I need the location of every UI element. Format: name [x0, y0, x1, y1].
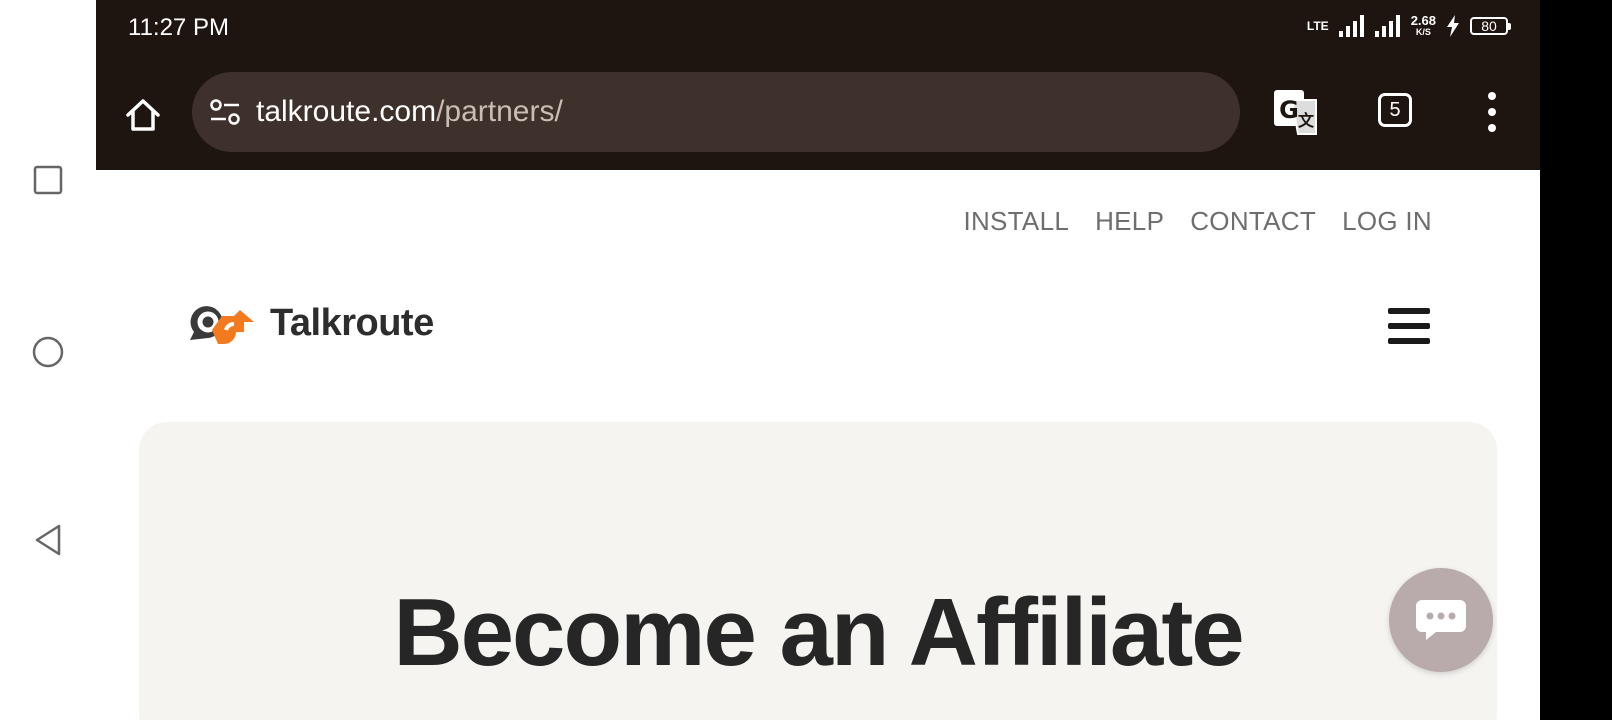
recent-apps-button[interactable] — [28, 160, 68, 200]
more-vert-icon[interactable] — [1486, 92, 1498, 132]
home-nav-button[interactable] — [28, 332, 68, 372]
home-icon — [126, 99, 160, 131]
back-nav-button[interactable] — [28, 520, 68, 560]
network-type: LTE — [1306, 18, 1329, 33]
logo-text: Talkroute — [270, 301, 434, 344]
talkroute-logo-icon — [190, 306, 254, 344]
address-bar[interactable]: talkroute.com/partners/ — [192, 72, 1240, 152]
site-logo[interactable]: Talkroute — [182, 300, 434, 346]
circle-icon — [32, 336, 64, 368]
hero-section: Become an Affiliate — [139, 422, 1497, 720]
speed-unit: K/S — [1415, 27, 1431, 37]
url-path: /partners/ — [436, 95, 563, 128]
translate-button[interactable]: G 文 — [1272, 88, 1320, 136]
signal-icon-2 — [1374, 14, 1400, 37]
charging-icon — [1447, 14, 1459, 37]
translate-icon: G 文 — [1274, 90, 1317, 135]
hero-title: Become an Affiliate — [393, 579, 1244, 687]
right-edge-strip — [1540, 0, 1612, 720]
browser-chrome: 11:27 PM LTE 2.68 K/S 80 talkroute.com/p… — [96, 0, 1540, 170]
signal-icon — [1338, 14, 1364, 37]
browser-home-button[interactable] — [118, 90, 168, 140]
chat-widget-button[interactable] — [1389, 568, 1493, 672]
nav-link-contact[interactable]: CONTACT — [1190, 206, 1316, 237]
tab-switcher-button[interactable]: 5 — [1378, 93, 1412, 127]
tune-icon — [210, 99, 240, 125]
battery-indicator: 80 — [1470, 16, 1511, 35]
android-nav-rail — [0, 0, 96, 720]
hamburger-menu-icon[interactable] — [1388, 308, 1430, 344]
nav-link-install[interactable]: INSTALL — [963, 206, 1069, 237]
url-domain: talkroute.com — [256, 95, 437, 128]
url-text: talkroute.com/partners/ — [256, 95, 563, 129]
nav-link-login[interactable]: LOG IN — [1342, 206, 1432, 237]
speed-value: 2.68 — [1410, 13, 1436, 28]
network-speed: 2.68 K/S — [1411, 14, 1436, 37]
web-page: INSTALL HELP CONTACT LOG IN Talkroute Be… — [96, 170, 1540, 720]
square-icon — [33, 165, 63, 195]
site-settings-button[interactable] — [208, 95, 242, 129]
triangle-back-icon — [35, 524, 61, 556]
status-indicators: LTE 2.68 K/S 80 — [1306, 14, 1511, 37]
top-nav: INSTALL HELP CONTACT LOG IN — [963, 206, 1432, 237]
svg-text:文: 文 — [1298, 111, 1315, 130]
status-time: 11:27 PM — [128, 14, 229, 41]
svg-text:G: G — [1279, 96, 1299, 124]
nav-link-help[interactable]: HELP — [1095, 206, 1164, 237]
chat-bubble-icon — [1416, 600, 1466, 640]
